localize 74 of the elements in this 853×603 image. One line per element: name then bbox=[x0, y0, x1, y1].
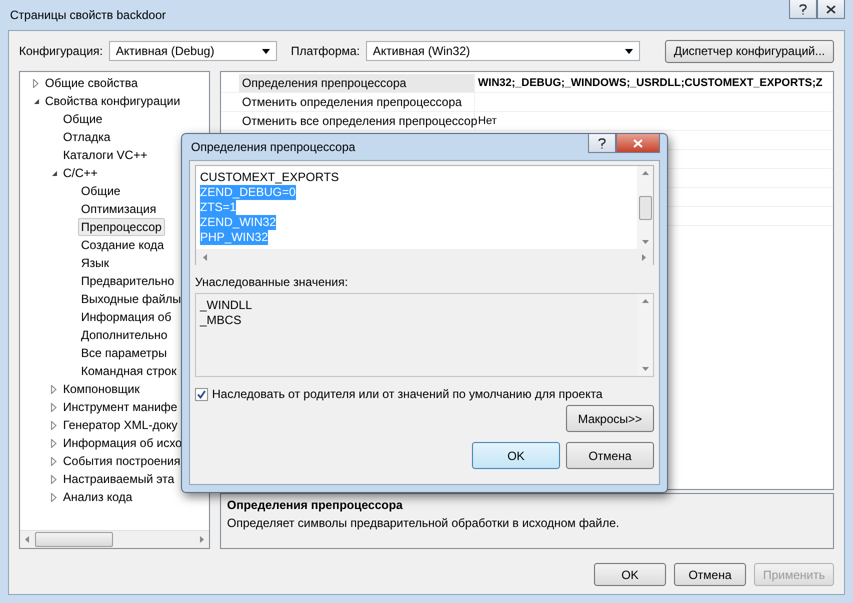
scroll-right-icon[interactable] bbox=[198, 536, 205, 543]
tree-item[interactable]: Создание кода bbox=[78, 236, 167, 254]
configuration-dropdown[interactable]: Активная (Debug) bbox=[108, 41, 277, 61]
dialog-button[interactable]: OK bbox=[594, 563, 666, 586]
help-button[interactable] bbox=[588, 134, 616, 153]
description-title: Определения препроцессора bbox=[227, 498, 404, 512]
property-name[interactable]: Отменить все определения препроцессор bbox=[239, 112, 475, 130]
inherit-checkbox[interactable] bbox=[195, 388, 208, 400]
tree-item[interactable]: Настраиваемый эта bbox=[60, 470, 178, 488]
inherited-values-label: Унаследованные значения: bbox=[195, 275, 349, 289]
dropdown-caret-icon[interactable] bbox=[262, 48, 270, 54]
scroll-up-icon[interactable] bbox=[642, 298, 648, 305]
tree-item[interactable]: Анализ кода bbox=[60, 488, 136, 506]
definition-line: CUSTOMEXT_EXPORTS bbox=[200, 170, 339, 185]
tree-item[interactable]: Командная строк bbox=[78, 362, 180, 380]
description-text: Определяет символы предварительной обработки в исходном файле. bbox=[227, 516, 620, 530]
tree-item[interactable]: Язык bbox=[78, 254, 112, 272]
dropdown-caret-icon[interactable] bbox=[624, 48, 633, 54]
tree-item[interactable]: Инструмент манифе bbox=[60, 398, 180, 416]
tree-item[interactable]: Информация об bbox=[78, 308, 174, 326]
tree-item[interactable]: Оптимизация bbox=[78, 200, 160, 218]
tree-item[interactable]: Отладка bbox=[60, 128, 114, 146]
dialog-button[interactable]: Отмена bbox=[674, 563, 746, 586]
tree-item[interactable]: Дополнительно bbox=[78, 326, 170, 344]
horizontal-scrollbar[interactable] bbox=[196, 249, 653, 265]
tree-item[interactable]: Информация об исхо bbox=[60, 434, 185, 452]
horizontal-scrollbar[interactable] bbox=[20, 530, 209, 548]
property-name[interactable]: Определения препроцессора bbox=[239, 74, 475, 92]
dialog-button[interactable]: Отмена bbox=[566, 442, 654, 469]
tree-item[interactable]: Свойства конфигурации bbox=[42, 92, 184, 110]
dialog-button[interactable]: OK bbox=[472, 442, 560, 469]
configuration-manager-button[interactable]: Диспетчер конфигураций... bbox=[664, 40, 834, 62]
tree-item[interactable]: Генератор XML-доку bbox=[60, 416, 181, 434]
close-icon bbox=[826, 4, 836, 14]
expanded-triangle-icon[interactable] bbox=[50, 170, 58, 176]
macros-button[interactable]: Макросы>> bbox=[566, 405, 654, 432]
help-button[interactable] bbox=[789, 0, 817, 19]
tree-item[interactable]: Все параметры bbox=[78, 344, 170, 362]
close-icon bbox=[633, 138, 643, 148]
question-mark-icon bbox=[598, 138, 606, 148]
inherited-value: _MBCS bbox=[200, 313, 242, 328]
scroll-left-icon[interactable] bbox=[24, 536, 31, 543]
close-button[interactable] bbox=[616, 134, 660, 153]
tree-item[interactable]: Общие свойства bbox=[42, 74, 141, 92]
scroll-right-icon[interactable] bbox=[640, 254, 647, 260]
expanded-triangle-icon[interactable] bbox=[32, 98, 40, 104]
tree-item[interactable]: Общие bbox=[60, 110, 106, 128]
platform-dropdown[interactable]: Активная (Win32) bbox=[366, 41, 640, 61]
property-value[interactable]: WIN32;_DEBUG;_WINDOWS;_USRDLL;CUSTOMEXT_EXPORTS;Z bbox=[475, 74, 833, 92]
scroll-up-icon[interactable] bbox=[642, 170, 648, 177]
platform-label: Платформа: bbox=[290, 44, 360, 58]
tree-item[interactable]: Препроцессор bbox=[78, 218, 165, 236]
tree-item[interactable]: Компоновщик bbox=[60, 380, 143, 398]
inherit-checkbox-label: Наследовать от родителя или от значений по умолчанию для проекта bbox=[212, 387, 603, 401]
property-name[interactable]: Отменить определения препроцессора bbox=[239, 93, 475, 111]
tree-item[interactable]: События построения bbox=[60, 452, 184, 470]
tree-item[interactable]: Выходные файлы bbox=[78, 290, 184, 308]
tree-item[interactable]: C/C++ bbox=[60, 164, 101, 182]
close-button[interactable] bbox=[817, 0, 845, 19]
definitions-text-area[interactable]: CUSTOMEXT_EXPORTS ZEND_DEBUG=0 ZTS=1 ZEND_WIN32 PHP_WIN32 bbox=[195, 165, 654, 265]
inherited-value: _WINDLL bbox=[200, 298, 252, 313]
collapsed-triangle-icon[interactable] bbox=[33, 78, 39, 88]
vertical-scrollbar[interactable] bbox=[637, 166, 653, 249]
dialog-title: Определения препроцессора bbox=[190, 140, 356, 154]
window-title: Страницы свойств backdoor bbox=[9, 8, 166, 22]
scroll-down-icon[interactable] bbox=[642, 365, 648, 372]
question-mark-icon bbox=[799, 4, 807, 14]
tree-item[interactable]: Общие bbox=[78, 182, 124, 200]
scroll-down-icon[interactable] bbox=[642, 238, 648, 245]
configuration-label: Конфигурация: bbox=[19, 44, 103, 58]
tree-item[interactable]: Каталоги VC++ bbox=[60, 146, 150, 164]
tree-item[interactable]: Предварительно bbox=[78, 272, 178, 290]
scroll-left-icon[interactable] bbox=[202, 254, 209, 260]
scrollbar-thumb[interactable] bbox=[638, 196, 652, 220]
